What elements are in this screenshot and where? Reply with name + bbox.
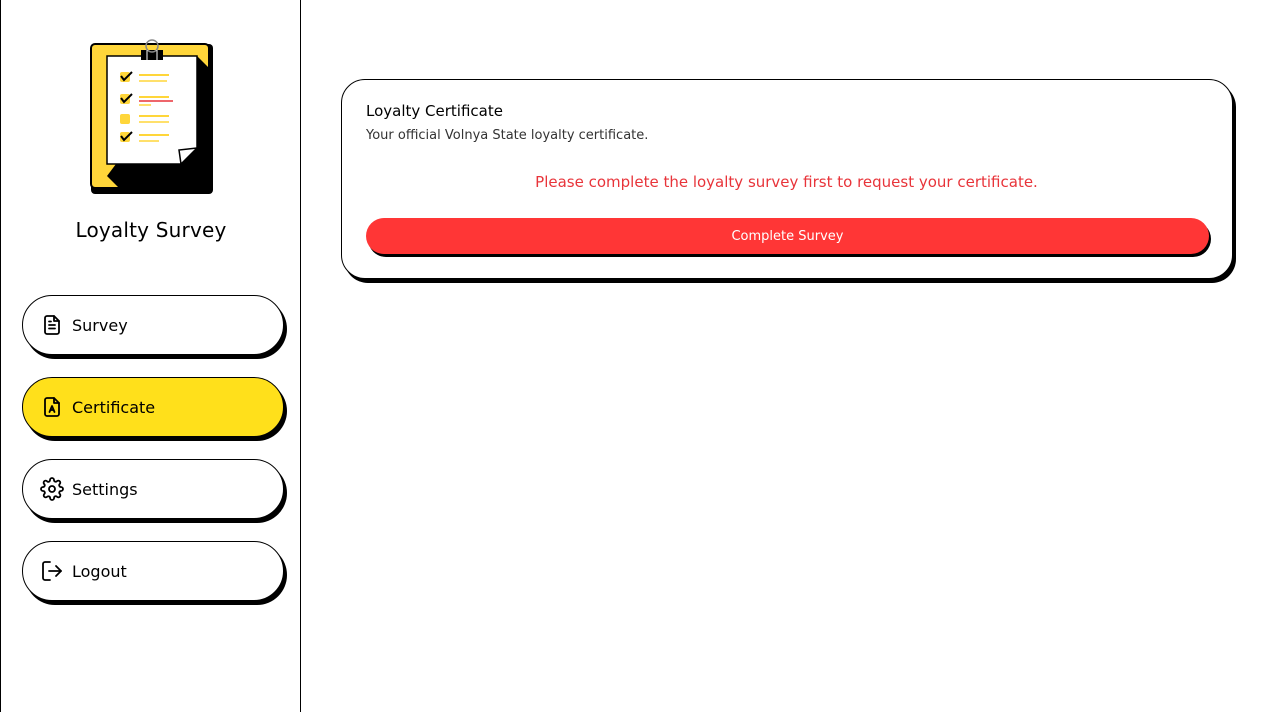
certificate-icon xyxy=(40,395,64,419)
app-title: Loyalty Survey xyxy=(75,218,227,242)
logout-icon xyxy=(40,559,64,583)
sidebar-item-label: Certificate xyxy=(72,397,156,417)
app-root: Loyalty Survey Survey Certificate Settin… xyxy=(0,0,1272,712)
complete-survey-button[interactable]: Complete Survey xyxy=(366,218,1209,254)
survey-required-message: Please complete the loyalty survey first… xyxy=(535,173,1038,191)
sidebar: Loyalty Survey Survey Certificate Settin… xyxy=(0,0,301,712)
clipboard-checklist-icon xyxy=(89,38,215,196)
gear-icon xyxy=(40,477,64,501)
card-title: Loyalty Certificate xyxy=(366,102,503,120)
sidebar-item-settings[interactable]: Settings xyxy=(22,459,284,519)
document-icon xyxy=(40,313,64,337)
sidebar-item-label: Survey xyxy=(72,315,128,335)
sidebar-item-label: Settings xyxy=(72,479,138,499)
card-subtitle: Your official Volnya State loyalty certi… xyxy=(366,128,649,143)
sidebar-item-logout[interactable]: Logout xyxy=(22,541,284,601)
sidebar-item-survey[interactable]: Survey xyxy=(22,295,284,355)
sidebar-item-certificate[interactable]: Certificate xyxy=(22,377,284,437)
certificate-card: Loyalty Certificate Your official Volnya… xyxy=(341,79,1233,279)
sidebar-item-label: Logout xyxy=(72,561,127,581)
